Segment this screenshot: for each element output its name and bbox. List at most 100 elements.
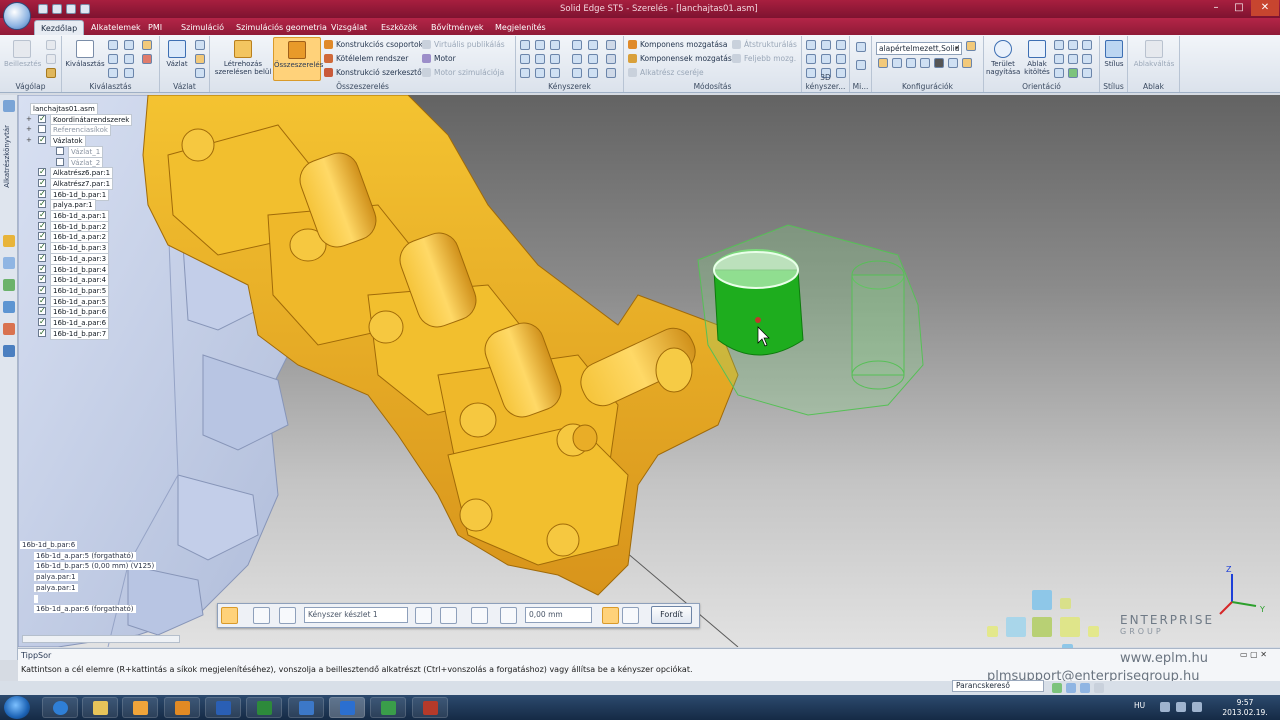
tab-szimulacio[interactable]: Szimuláció	[175, 20, 230, 35]
part-options-icon[interactable]	[253, 607, 270, 624]
tangent-constraint-icon[interactable]	[535, 54, 545, 64]
sketch-button[interactable]: Vázlat	[163, 40, 191, 68]
config-icon-1[interactable]	[878, 58, 888, 68]
taskbar-word[interactable]	[205, 697, 241, 718]
tree-item-checkbox[interactable]	[38, 296, 46, 306]
configuration-save-icon[interactable]	[966, 41, 976, 51]
tip-bar-window-controls[interactable]: ▭ ▢ ✕	[1240, 650, 1267, 659]
tree-item-checkbox[interactable]	[38, 167, 46, 177]
quick-access-dropdown-icon[interactable]	[80, 4, 90, 14]
taskbar-outlook[interactable]	[164, 697, 200, 718]
zoom-icon[interactable]	[1054, 40, 1064, 50]
volume-icon[interactable]	[1192, 702, 1202, 712]
select-tool-icon-2[interactable]	[124, 40, 134, 50]
taskbar-clock[interactable]: 9:57 2013.02.19.	[1220, 698, 1270, 718]
tree-item-checkbox[interactable]	[38, 114, 46, 124]
constraint-option-icon-2[interactable]	[606, 54, 616, 64]
status-icon-1[interactable]	[1052, 683, 1062, 693]
language-indicator[interactable]: HU	[1134, 701, 1145, 710]
pathfinder-icon[interactable]	[3, 235, 15, 247]
minimize-button[interactable]: –	[1205, 0, 1227, 16]
select-tool-icon-5[interactable]	[124, 54, 134, 64]
tree-item-checkbox[interactable]	[38, 306, 46, 316]
tree-item-checkbox[interactable]	[38, 317, 46, 327]
expand-icon[interactable]: +	[26, 114, 32, 124]
view-triad[interactable]: Z Y	[1212, 562, 1272, 622]
tree-item-checkbox[interactable]	[38, 285, 46, 295]
alerts-icon[interactable]	[3, 323, 15, 335]
style-button[interactable]: Stílus	[1102, 40, 1126, 68]
tree-item-checkbox[interactable]	[38, 231, 46, 241]
view-icon-2[interactable]	[1068, 54, 1078, 64]
expand-icon[interactable]: +	[26, 124, 32, 134]
tab-bovitmenyek[interactable]: Bővítmények	[425, 20, 490, 35]
constraint-option-icon-3[interactable]	[606, 68, 616, 78]
move-components-button[interactable]: Komponensek mozgatása	[628, 53, 736, 65]
lock-rotation-icon[interactable]	[622, 607, 639, 624]
parts-library-tab-icon[interactable]	[3, 100, 15, 112]
offset-type-icon[interactable]	[500, 607, 517, 624]
paste-button[interactable]: Beillesztés	[4, 40, 41, 68]
connect-constraint-icon[interactable]	[588, 40, 598, 50]
taskbar-excel[interactable]	[246, 697, 282, 718]
tree-item-checkbox[interactable]	[38, 210, 46, 220]
sketch-tool-icon-1[interactable]	[195, 40, 205, 50]
3d-constraint-icon-1[interactable]	[806, 40, 816, 50]
status-icon-4[interactable]	[1094, 683, 1104, 693]
close-button[interactable]: ✕	[1251, 0, 1279, 16]
taskbar-app-7[interactable]	[288, 697, 324, 718]
configuration-combo[interactable]: alapértelmezett,Solid	[876, 42, 962, 55]
constraint-list-icon[interactable]	[440, 607, 457, 624]
tab-szimulacios-geometria[interactable]: Szimulációs geometria	[230, 20, 333, 35]
motor-button[interactable]: Motor	[422, 53, 456, 65]
assemble-button[interactable]: Összeszerelés	[273, 37, 323, 81]
layers-icon[interactable]	[3, 257, 15, 269]
sketch-tool-icon-2[interactable]	[195, 54, 205, 64]
taskbar-app-9[interactable]	[370, 697, 406, 718]
select-tool-icon-1[interactable]	[108, 40, 118, 50]
config-icon-5[interactable]	[934, 58, 944, 68]
view-icon-6[interactable]	[1082, 68, 1092, 78]
relationship-item[interactable]: 16b-1d_a.par:5 (forgatható)	[34, 551, 136, 561]
3d-constraint-icon-4[interactable]	[806, 54, 816, 64]
relationship-item[interactable]: 16b-1d_a.par:6 (forgatható)	[34, 604, 136, 614]
status-icon-2[interactable]	[1066, 683, 1076, 693]
select-tool-icon-6[interactable]	[142, 54, 152, 64]
tree-item-checkbox[interactable]	[38, 189, 46, 199]
constraint-type-icon[interactable]	[279, 607, 296, 624]
3d-constraint-icon-3[interactable]	[836, 40, 846, 50]
relationship-header[interactable]: 16b-1d_b.par:6	[20, 540, 78, 550]
ground-constraint-icon[interactable]	[520, 68, 530, 78]
view-icon-1[interactable]	[1054, 54, 1064, 64]
expand-icon[interactable]: +	[26, 135, 32, 145]
3d-constraint-icon-5[interactable]	[821, 54, 831, 64]
taskbar-solid-edge[interactable]	[329, 697, 365, 718]
path-constraint-icon[interactable]	[572, 68, 582, 78]
view-icon-3[interactable]	[1082, 54, 1092, 64]
select-tool-icon-8[interactable]	[124, 68, 134, 78]
relationship-item[interactable]: 16b-1d_b.par:5 (0,00 mm) (V125)	[34, 561, 157, 571]
config-icon-3[interactable]	[906, 58, 916, 68]
relationship-item[interactable]	[34, 594, 38, 604]
inspect-icon[interactable]	[856, 60, 866, 70]
cut-icon[interactable]	[46, 40, 56, 50]
move-up-button[interactable]: Feljebb mozg.	[732, 53, 796, 65]
tree-item-checkbox[interactable]	[38, 178, 46, 188]
tree-item-checkbox[interactable]	[38, 253, 46, 263]
select-tool-icon-7[interactable]	[108, 68, 118, 78]
status-icon-3[interactable]	[1080, 683, 1090, 693]
parts-library-tab[interactable]: Alkatrészkönyvtár	[3, 125, 11, 188]
planar-align-icon[interactable]	[535, 40, 545, 50]
constraint-option-icon-1[interactable]	[606, 40, 616, 50]
insert-constraint-icon[interactable]	[572, 40, 582, 50]
zoom-area-button[interactable]: Terület nagyítása	[986, 40, 1020, 76]
tree-item-checkbox[interactable]	[38, 199, 46, 209]
tab-kezdolap[interactable]: Kezdőlap	[34, 20, 85, 35]
tab-vizsgalat[interactable]: Vizsgálat	[325, 20, 373, 35]
select-tool-icon-4[interactable]	[108, 54, 118, 64]
flip-button[interactable]: Fordít	[651, 606, 692, 624]
features-icon[interactable]	[3, 301, 15, 313]
rotate-icon[interactable]	[1082, 40, 1092, 50]
angle-constraint-icon[interactable]	[520, 54, 530, 64]
measure-icon[interactable]	[856, 42, 866, 52]
